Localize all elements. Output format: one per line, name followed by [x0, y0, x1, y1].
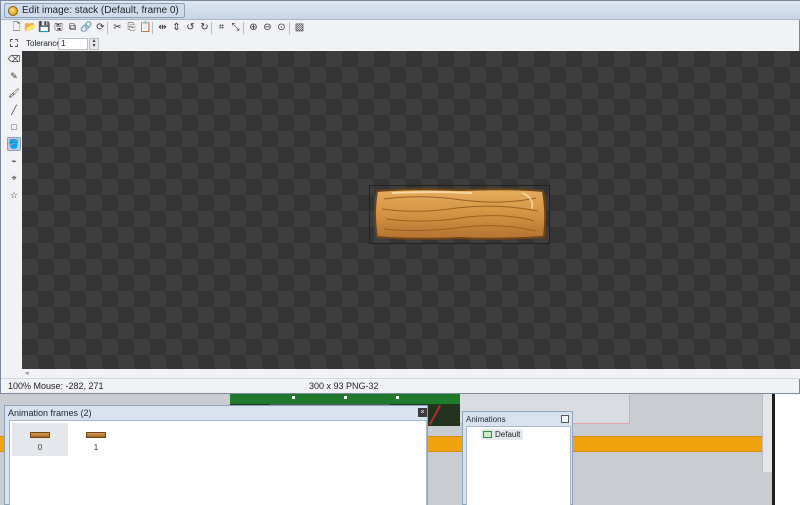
animations-panel: Animations Default [462, 411, 573, 505]
toolbar-separator [152, 22, 153, 34]
paste-icon[interactable]: 📋 [139, 21, 152, 34]
resize-icon[interactable]: ⤡ [229, 21, 242, 34]
tolerance-input[interactable]: 1 [58, 38, 88, 50]
open-icon[interactable]: 📂 [24, 21, 37, 34]
frame-item[interactable]: 1 [68, 423, 124, 456]
animation-frames-title: Animation frames (2) [8, 408, 92, 418]
image-size-status: 300 x 93 PNG-32 [309, 381, 379, 391]
toolbar-separator [289, 22, 290, 34]
close-icon[interactable]: × [418, 408, 427, 417]
frame-thumbnail [86, 432, 106, 438]
copy-icon[interactable]: ⎘ [125, 21, 138, 34]
reload-icon[interactable]: ⟳ [94, 21, 107, 34]
link-icon[interactable]: 🔗 [80, 21, 93, 34]
animations-list: Default [466, 426, 571, 505]
frames-list: 0 1 [9, 420, 427, 505]
cut-icon[interactable]: ✂ [111, 21, 124, 34]
external-edit-icon[interactable]: ⧉ [66, 21, 79, 34]
fill-bucket-tool-icon[interactable]: 🪣 [7, 137, 21, 151]
rotate-left-icon[interactable]: ↺ [184, 21, 197, 34]
hotspot-tool-icon[interactable]: ⌖ [7, 171, 21, 185]
animations-title: Animations [466, 415, 506, 424]
zoom-out-icon[interactable]: ⊖ [261, 21, 274, 34]
image-settings-icon[interactable]: ▨ [293, 21, 306, 34]
animation-item-default[interactable]: Default [481, 429, 524, 440]
toolbar-separator [211, 22, 212, 34]
frame-thumbnail [30, 432, 50, 438]
save-icon[interactable]: 💾 [38, 21, 51, 34]
edit-image-window: Edit image: stack (Default, frame 0) 🗋 📂 💾… [0, 0, 800, 394]
flip-vertical-icon[interactable]: ⇕ [170, 21, 183, 34]
zoom-in-icon[interactable]: ⊕ [247, 21, 260, 34]
flip-horizontal-icon[interactable]: ⇹ [156, 21, 169, 34]
zoom-mouse-status: 100% Mouse: -282, 271 [8, 381, 104, 391]
animation-frames-panel: Animation frames (2) × 0 1 [4, 405, 428, 505]
canvas-horizontal-scrollbar[interactable]: ◂ [22, 369, 800, 378]
wood-plank-sprite [374, 188, 547, 240]
window-title-tab[interactable]: Edit image: stack (Default, frame 0) [4, 3, 185, 18]
frame-item[interactable]: 0 [12, 423, 68, 456]
window-titlebar[interactable]: Edit image: stack (Default, frame 0) [1, 1, 800, 20]
frame-number: 0 [37, 443, 43, 452]
eyedropper-tool-icon[interactable]: ⌁ [7, 154, 21, 168]
frame-number: 1 [93, 443, 99, 452]
window-title: Edit image: stack (Default, frame 0) [22, 5, 179, 16]
main-toolbar: 🗋 📂 💾 🖫 ⧉ 🔗 ⟳ ✂ ⎘ 📋 ⇹ ⇕ ↺ ↻ ⌗ ⤡ ⊕ ⊖ ⊙ ▨ [1, 20, 800, 36]
animation-item-label: Default [495, 430, 521, 439]
brush-tool-icon[interactable]: 🖌 [7, 86, 21, 100]
tolerance-spinner[interactable]: ▴ ▾ [89, 38, 99, 50]
tool-options-bar: Tolerance 1 ▴ ▾ [1, 37, 800, 51]
scroll-left-icon[interactable]: ◂ [25, 369, 29, 377]
line-tool-icon[interactable]: ╱ [7, 103, 21, 117]
selection-mode-icon[interactable] [10, 39, 18, 47]
new-icon[interactable]: 🗋 [10, 21, 23, 34]
save-as-icon[interactable]: 🖫 [52, 21, 65, 34]
animation-icon [483, 431, 492, 438]
toolbar-separator [243, 22, 244, 34]
drawing-tools-strip: ⌫ ✎ 🖌 ╱ □ 🪣 ⌁ ⌖ ☆ [6, 51, 22, 369]
tolerance-label: Tolerance [26, 39, 61, 48]
status-bar: 100% Mouse: -282, 271 300 x 93 PNG-32 [1, 378, 800, 392]
background-scrollbar[interactable] [762, 392, 772, 472]
image-canvas[interactable] [22, 51, 800, 369]
polygon-tool-icon[interactable]: ☆ [7, 188, 21, 202]
app-icon [8, 6, 18, 16]
zoom-actual-icon[interactable]: ⊙ [275, 21, 288, 34]
eraser-tool-icon[interactable]: ⌫ [7, 52, 21, 66]
rectangle-tool-icon[interactable]: □ [7, 120, 21, 134]
maximize-icon[interactable] [561, 415, 569, 423]
crop-icon[interactable]: ⌗ [215, 21, 228, 34]
toolbar-separator [107, 22, 108, 34]
rotate-right-icon[interactable]: ↻ [198, 21, 211, 34]
pencil-tool-icon[interactable]: ✎ [7, 69, 21, 83]
